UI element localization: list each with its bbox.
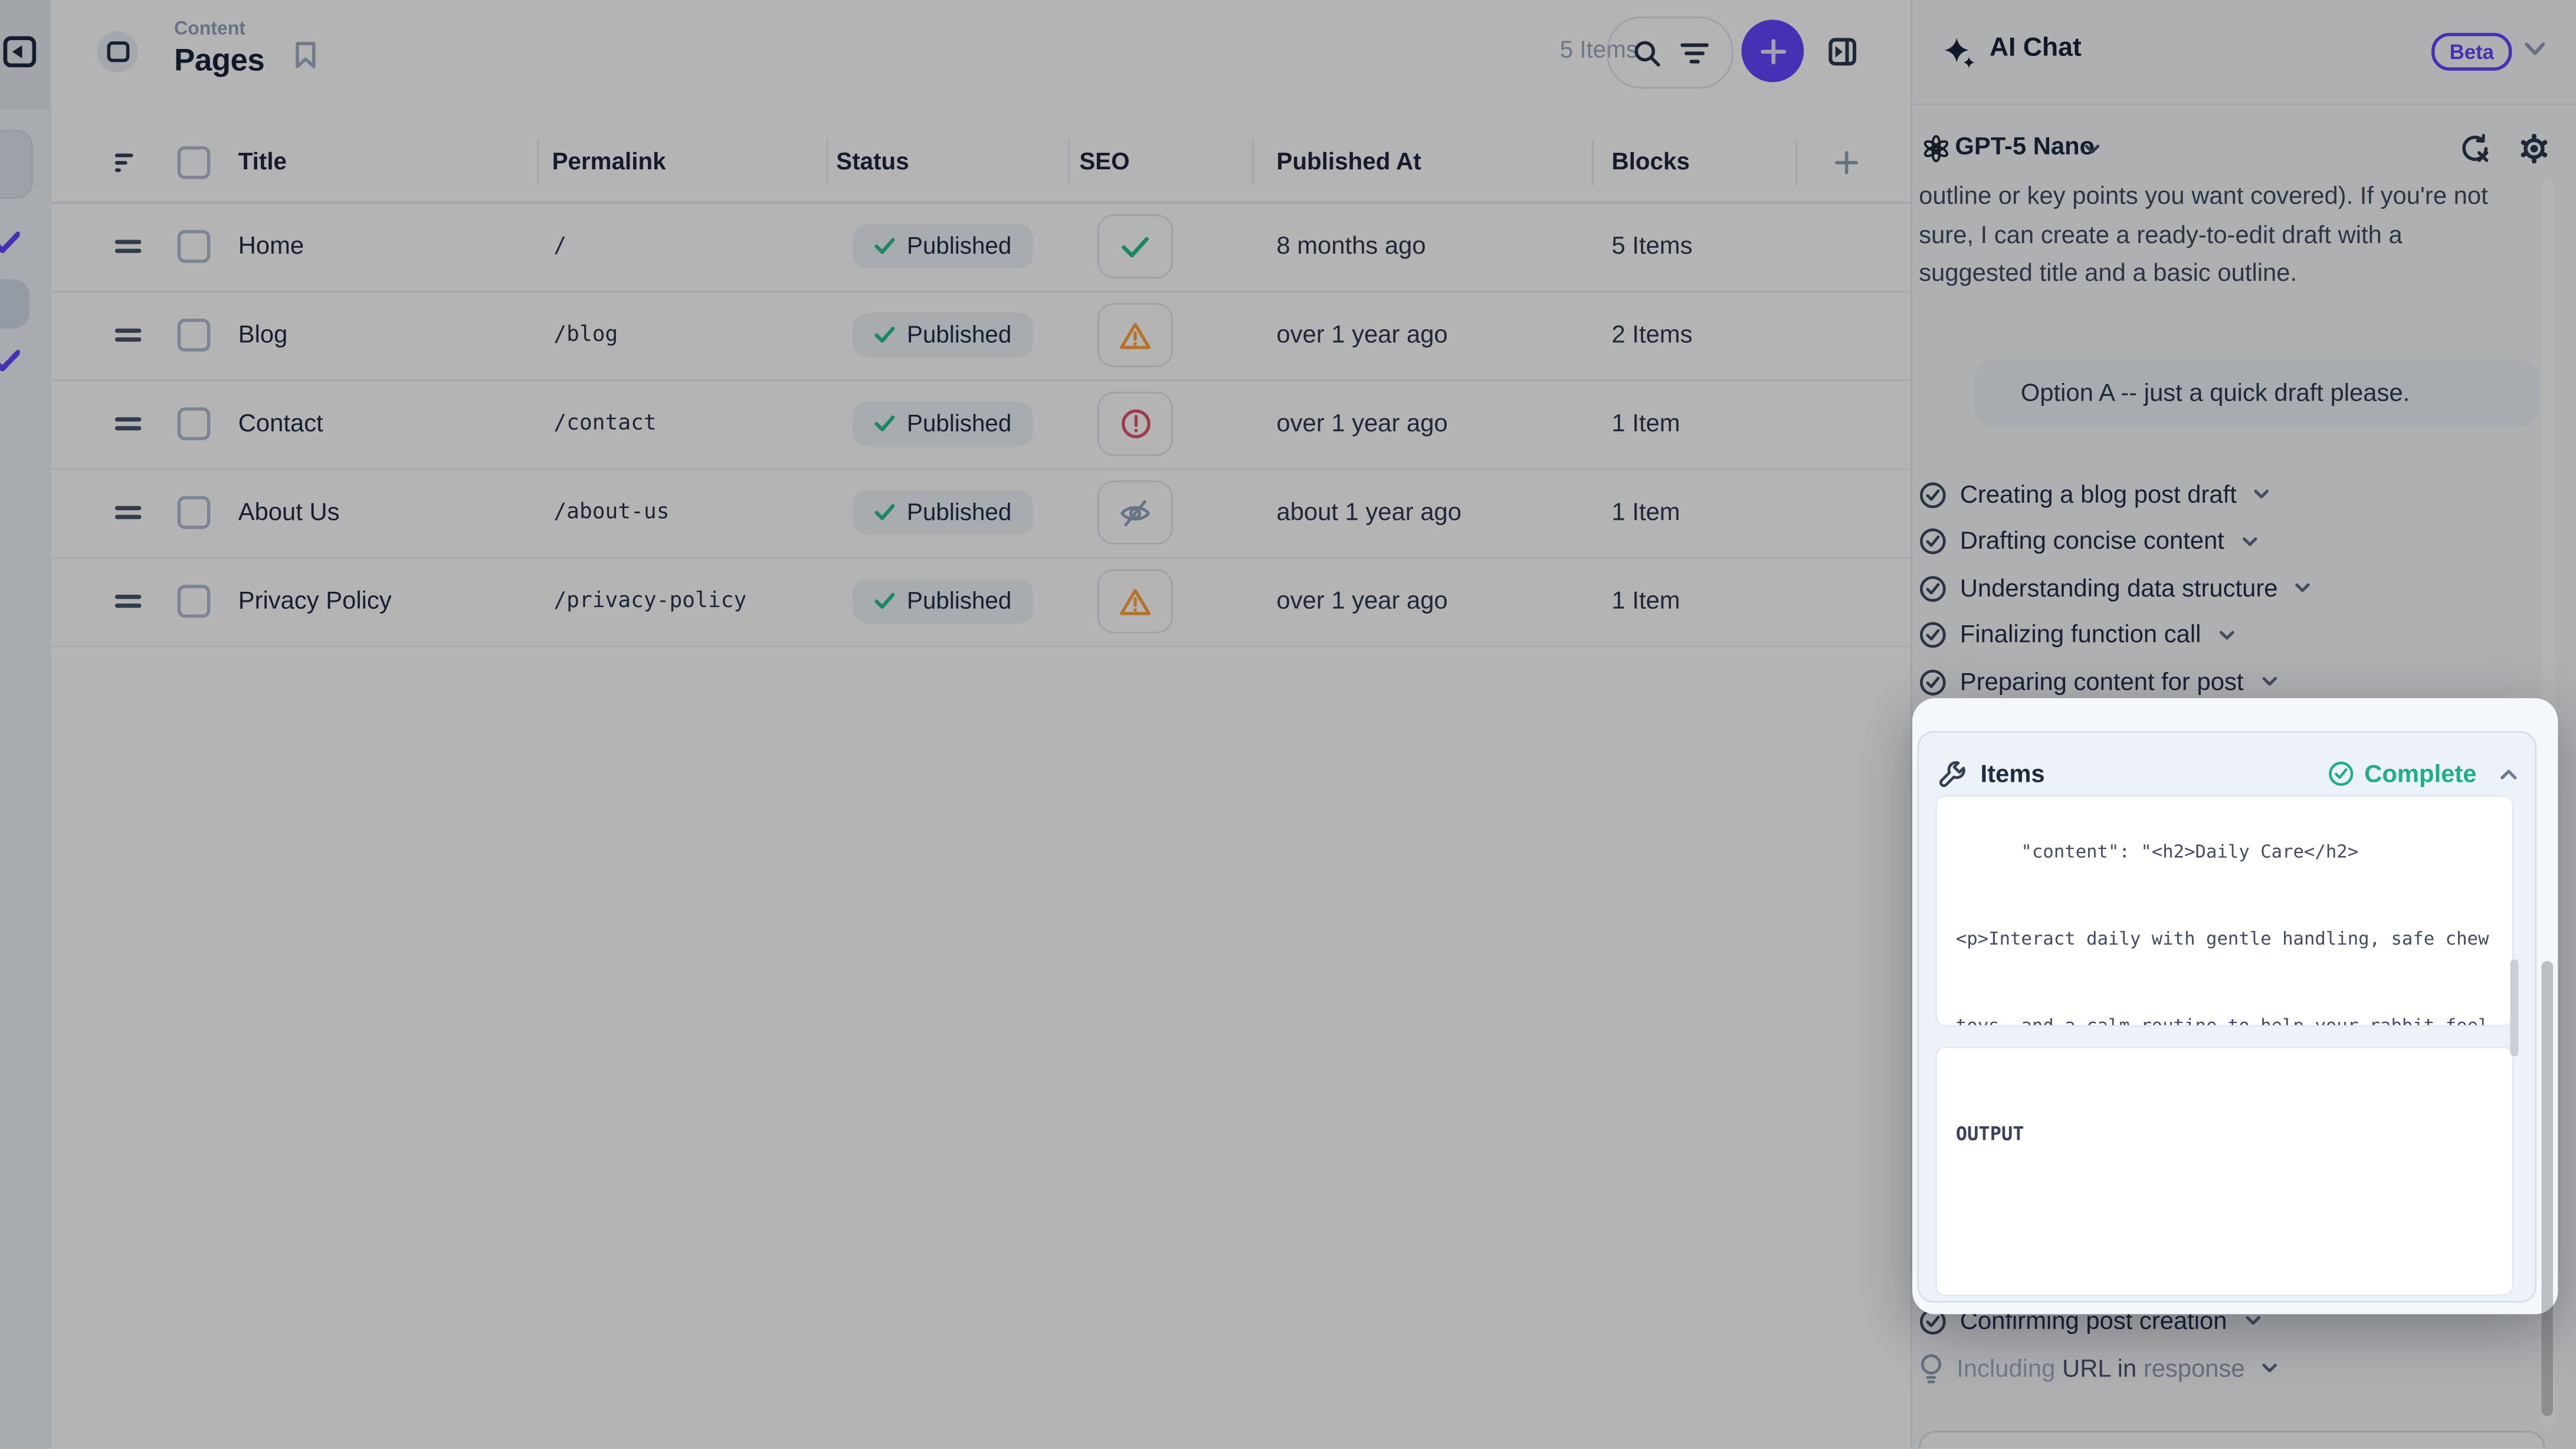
panel-scrollbar-thumb[interactable]	[2541, 961, 2552, 1416]
tool-call-popover: Items Complete "content": "<h2>Daily Car…	[1912, 698, 2557, 1314]
status-complete: Complete	[2328, 760, 2477, 788]
code-line: {	[1956, 1291, 2492, 1296]
items-card-header[interactable]: Items Complete	[1938, 749, 2518, 799]
tool-output-code-block[interactable]: OUTPUT { "type": "text", "data": [ { "co…	[1935, 1047, 2513, 1296]
wrench-icon	[1938, 760, 1965, 788]
status-complete-label: Complete	[2364, 760, 2476, 788]
code-line: <p>Interact daily with gentle handling, …	[1956, 925, 2492, 954]
popover-scrollbar-thumb[interactable]	[2509, 959, 2518, 1056]
output-label: OUTPUT	[1956, 1120, 2492, 1148]
code-line: toys, and a calm routine to help your ra…	[1956, 1012, 2492, 1027]
items-card: Items Complete "content": "<h2>Daily Car…	[1916, 731, 2536, 1303]
chevron-up-icon[interactable]	[2498, 766, 2518, 781]
items-card-title: Items	[1981, 760, 2045, 788]
tool-input-code-block[interactable]: "content": "<h2>Daily Care</h2> <p>Inter…	[1935, 795, 2513, 1027]
check-circle-icon	[2328, 760, 2355, 787]
app-window: Content Pages 5 Items	[0, 0, 2576, 1449]
code-line-clipped: "content": "<h2>Daily Care</h2>	[1956, 838, 2492, 867]
